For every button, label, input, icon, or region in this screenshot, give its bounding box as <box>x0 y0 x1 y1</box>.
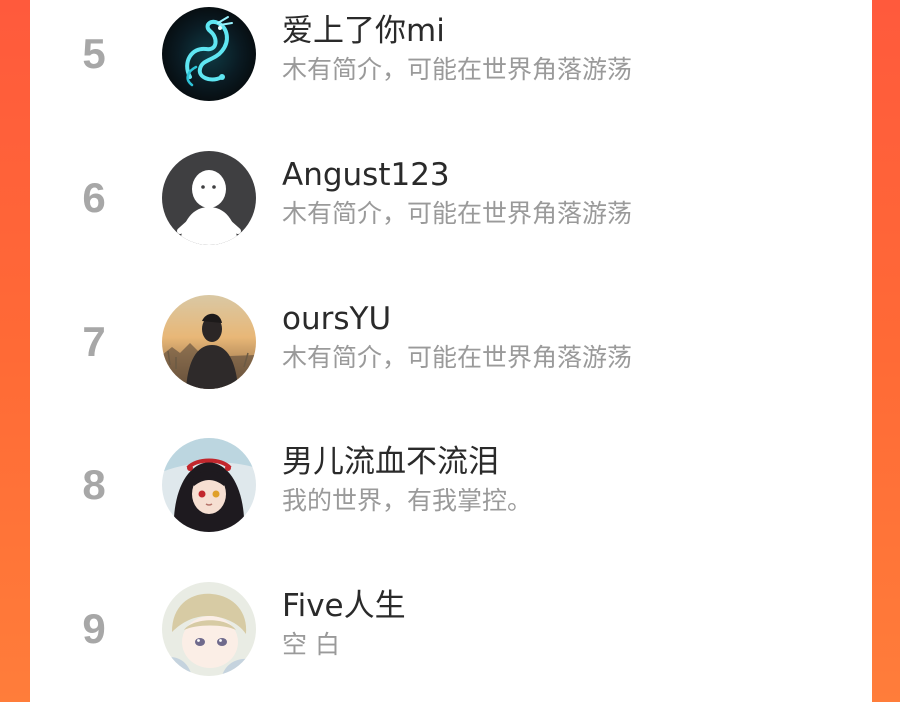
sunset-portrait-avatar-icon[interactable] <box>162 295 256 389</box>
ranking-row[interactable]: 9 Five人生 空 白 <box>30 572 872 702</box>
user-bio: 我的世界，有我掌控。 <box>282 486 533 515</box>
user-bio: 空 白 <box>282 630 340 659</box>
rank-number: 8 <box>82 461 106 508</box>
anime-boy-avatar-icon[interactable] <box>162 582 256 676</box>
username[interactable]: Five人生 <box>282 587 406 625</box>
anime-girl-avatar-icon[interactable] <box>162 438 256 532</box>
dragon-avatar-icon[interactable] <box>162 7 256 101</box>
ranking-card: 5 爱上了你mi 木有简介，可能在世界角落游荡 6 Angust123 木有简介… <box>30 0 872 702</box>
username[interactable]: 爱上了你mi <box>282 12 445 50</box>
user-bio: 木有简介，可能在世界角落游荡 <box>282 55 633 84</box>
rank-number: 9 <box>82 605 106 652</box>
ranking-row[interactable]: 8 男儿流血不流泪 我的世界，有我掌控。 <box>30 428 872 558</box>
rank-number: 6 <box>82 174 106 221</box>
rank-number: 5 <box>82 30 106 77</box>
user-bio: 木有简介，可能在世界角落游荡 <box>282 343 633 372</box>
ranking-row[interactable]: 7 oursYU 木有简介，可能在世界角落游荡 <box>30 285 872 415</box>
ranking-row[interactable]: 5 爱上了你mi 木有简介，可能在世界角落游荡 <box>30 0 872 127</box>
user-bio: 木有简介，可能在世界角落游荡 <box>282 199 633 228</box>
username[interactable]: Angust123 <box>282 156 450 194</box>
username[interactable]: oursYU <box>282 300 391 338</box>
ranking-row[interactable]: 6 Angust123 木有简介，可能在世界角落游荡 <box>30 141 872 271</box>
rank-number: 7 <box>82 318 106 365</box>
default-person-avatar-icon[interactable] <box>162 151 256 245</box>
username[interactable]: 男儿流血不流泪 <box>282 443 499 481</box>
